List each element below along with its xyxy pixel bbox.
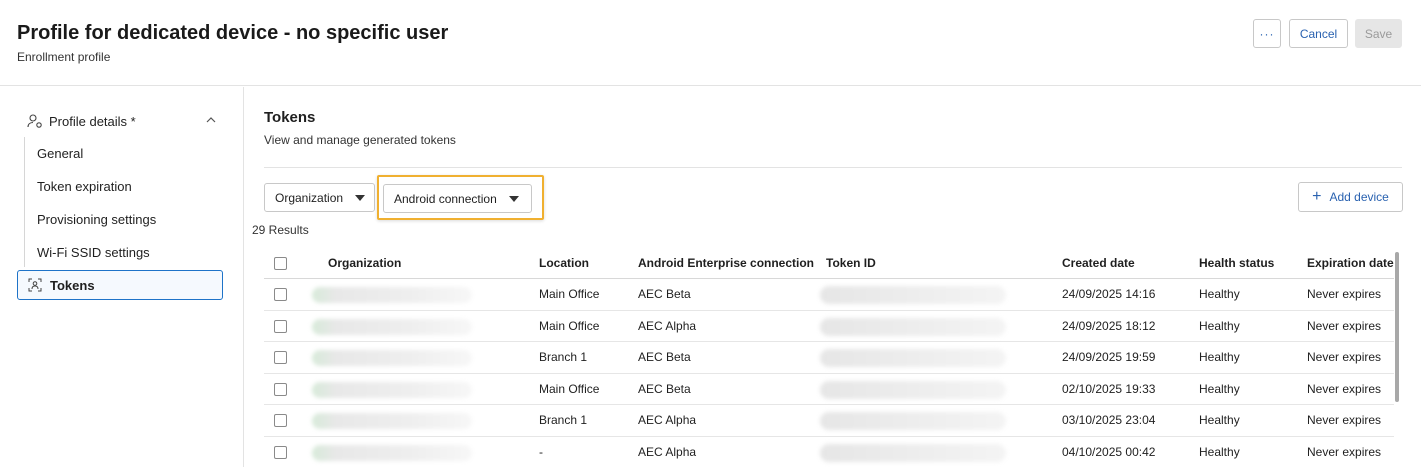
cell-location: Main Office	[539, 287, 600, 302]
save-button[interactable]: Save	[1355, 19, 1402, 48]
cell-created-date: 02/10/2025 19:33	[1062, 381, 1156, 396]
organization-filter[interactable]: Organization	[264, 183, 375, 212]
add-device-label: Add device	[1329, 190, 1389, 204]
cell-health-status: Healthy	[1199, 381, 1240, 396]
page-subtitle: Enrollment profile	[17, 50, 111, 64]
cell-health-status: Healthy	[1199, 287, 1240, 302]
select-all-checkbox[interactable]	[274, 257, 287, 270]
cell-location: Branch 1	[539, 413, 588, 428]
cell-created-date: 24/09/2025 14:16	[1062, 287, 1156, 302]
tokens-table: Organization Location Android Enterprise…	[264, 248, 1394, 467]
page-title: Profile for dedicated device - no specif…	[17, 22, 449, 44]
cell-expiration-date: Never expires	[1307, 413, 1382, 428]
sidebar-item-token-expiration[interactable]: Token expiration	[37, 179, 132, 194]
cell-aec: AEC Beta	[638, 381, 691, 396]
column-header-created-date[interactable]: Created date	[1062, 248, 1135, 278]
row-checkbox[interactable]	[274, 445, 287, 459]
results-count: 29 Results	[252, 223, 309, 237]
filter-label: Android connection	[394, 191, 497, 206]
redacted-organization	[312, 350, 472, 366]
profile-details-label: Profile details *	[49, 113, 136, 129]
cell-location: Main Office	[539, 381, 600, 396]
row-checkbox[interactable]	[274, 414, 287, 428]
redacted-organization	[312, 444, 472, 461]
sidebar-item-general[interactable]: General	[37, 146, 83, 161]
column-header-health-status[interactable]: Health status	[1199, 248, 1274, 278]
cell-expiration-date: Never expires	[1307, 381, 1382, 396]
column-header-expiration-date[interactable]: Expiration date	[1307, 248, 1394, 278]
cell-expiration-date: Never expires	[1307, 318, 1382, 333]
tree-line	[24, 137, 25, 267]
more-options-button[interactable]: ···	[1253, 19, 1281, 48]
table-scrollbar[interactable]	[1395, 252, 1399, 402]
caret-down-icon	[355, 194, 366, 201]
row-checkbox[interactable]	[274, 351, 287, 365]
table-row[interactable]: Branch 1 AEC Alpha 03/10/2025 23:04 Heal…	[264, 405, 1394, 437]
cell-location: Branch 1	[539, 350, 588, 365]
redacted-organization	[312, 318, 472, 335]
chevron-up-icon[interactable]	[205, 113, 217, 127]
cell-created-date: 24/09/2025 19:59	[1062, 350, 1156, 365]
redacted-organization	[312, 381, 472, 398]
cell-health-status: Healthy	[1199, 444, 1240, 459]
table-row[interactable]: Main Office AEC Beta 24/09/2025 14:16 He…	[264, 279, 1394, 311]
column-header-token-id[interactable]: Token ID	[826, 248, 876, 278]
cell-aec: AEC Beta	[638, 287, 691, 302]
caret-down-icon	[508, 195, 519, 202]
cell-expiration-date: Never expires	[1307, 444, 1382, 459]
redacted-token-id	[820, 443, 1006, 462]
cell-created-date: 04/10/2025 00:42	[1062, 444, 1156, 459]
redacted-organization	[312, 287, 472, 303]
table-row[interactable]: Branch 1 AEC Beta 24/09/2025 19:59 Healt…	[264, 342, 1394, 374]
column-header-organization[interactable]: Organization	[328, 248, 401, 278]
table-row[interactable]: - AEC Alpha 04/10/2025 00:42 Healthy Nev…	[264, 437, 1394, 467]
column-header-aec[interactable]: Android Enterprise connection	[638, 248, 814, 278]
cell-health-status: Healthy	[1199, 350, 1240, 365]
column-header-location[interactable]: Location	[539, 248, 589, 278]
android-connection-filter[interactable]: Android connection	[383, 184, 532, 213]
redacted-token-id	[820, 317, 1006, 336]
redacted-token-id	[820, 412, 1006, 430]
divider	[264, 167, 1402, 168]
cell-aec: AEC Beta	[638, 350, 691, 365]
cell-health-status: Healthy	[1199, 413, 1240, 428]
sidebar-item-wifi-ssid-settings[interactable]: Wi-Fi SSID settings	[37, 245, 150, 260]
section-title: Tokens	[264, 109, 316, 126]
table-row[interactable]: Main Office AEC Alpha 24/09/2025 18:12 H…	[264, 311, 1394, 342]
redacted-token-id	[820, 286, 1006, 304]
cell-location: -	[539, 444, 543, 459]
cell-health-status: Healthy	[1199, 318, 1240, 333]
cell-created-date: 24/09/2025 18:12	[1062, 318, 1156, 333]
plus-icon: +	[1312, 188, 1322, 205]
cell-created-date: 03/10/2025 23:04	[1062, 413, 1156, 428]
sidebar-item-tokens[interactable]: Tokens	[17, 270, 223, 300]
redacted-token-id	[820, 380, 1006, 399]
cell-aec: AEC Alpha	[638, 318, 697, 333]
user-settings-icon	[27, 114, 42, 128]
sidebar-item-label: Tokens	[50, 277, 95, 293]
filter-label: Organization	[275, 190, 344, 205]
row-checkbox[interactable]	[274, 319, 287, 333]
add-device-button[interactable]: + Add device	[1298, 182, 1403, 212]
sidebar: Profile details * General Token expirati…	[0, 87, 244, 467]
row-checkbox[interactable]	[274, 288, 287, 302]
table-row[interactable]: Main Office AEC Beta 02/10/2025 19:33 He…	[264, 374, 1394, 405]
profile-details-section[interactable]: Profile details *	[27, 113, 217, 129]
cancel-button[interactable]: Cancel	[1289, 19, 1348, 48]
cell-expiration-date: Never expires	[1307, 287, 1382, 302]
cell-location: Main Office	[539, 318, 600, 333]
page-header: Profile for dedicated device - no specif…	[0, 0, 1421, 86]
table-header-row: Organization Location Android Enterprise…	[264, 248, 1394, 279]
redacted-token-id	[820, 349, 1006, 367]
section-subtitle: View and manage generated tokens	[264, 133, 456, 147]
sidebar-item-provisioning-settings[interactable]: Provisioning settings	[37, 212, 156, 227]
cell-aec: AEC Alpha	[638, 444, 697, 459]
token-icon	[28, 278, 42, 292]
row-checkbox[interactable]	[274, 382, 287, 396]
redacted-organization	[312, 413, 472, 429]
cell-aec: AEC Alpha	[638, 413, 697, 428]
cell-expiration-date: Never expires	[1307, 350, 1382, 365]
